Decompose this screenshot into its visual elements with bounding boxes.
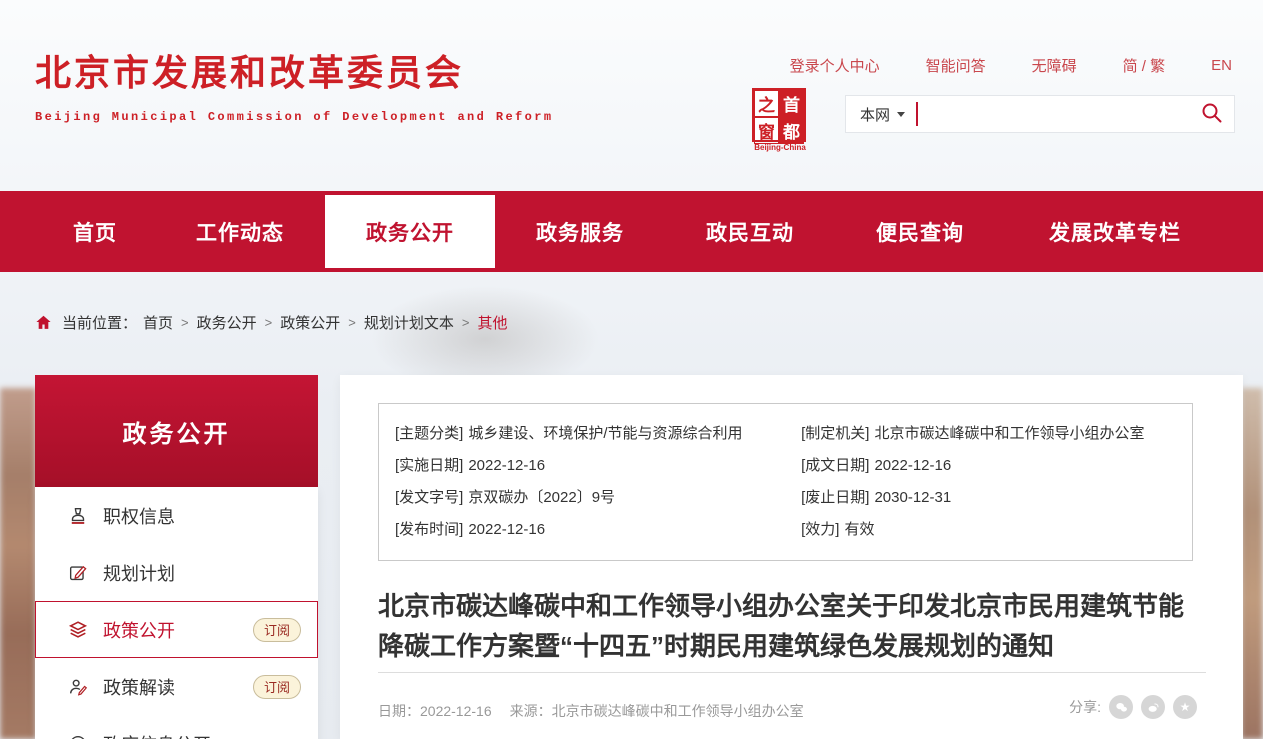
search-icon <box>1200 101 1224 128</box>
sidebar-item-label: 政府信息公开 <box>103 731 211 739</box>
compass-icon <box>66 733 90 739</box>
site-logo[interactable]: 北京市发展和改革委员会 Beijing Municipal Commission… <box>35 44 553 124</box>
favorite-share-icon[interactable]: ★ <box>1173 695 1197 719</box>
document-meta-box: [主题分类]城乡建设、环境保护/节能与资源综合利用 [制定机关]北京市碳达峰碳中… <box>378 403 1193 561</box>
meta-validity: [效力]有效 <box>801 514 1176 546</box>
search-button[interactable] <box>1194 96 1230 132</box>
weibo-share-icon[interactable] <box>1141 695 1165 719</box>
nav-item-special-column[interactable]: 发展改革专栏 <box>1015 191 1215 272</box>
link-login-personal-center[interactable]: 登录个人中心 <box>790 55 880 76</box>
nav-item-home[interactable]: 首页 <box>40 191 150 272</box>
breadcrumb-plan-texts[interactable]: 规划计划文本 <box>364 312 454 333</box>
share-bar: 分享: ★ <box>1069 695 1197 719</box>
breadcrumb-home[interactable]: 首页 <box>143 312 173 333</box>
search-scope-dropdown[interactable]: 本网 <box>860 104 905 125</box>
sidebar-item-label: 政策解读 <box>103 674 175 700</box>
sidebar-item-authority-info[interactable]: 职权信息 <box>35 487 318 544</box>
search-input[interactable] <box>918 96 1194 132</box>
breadcrumb: 当前位置： 首页 > 政务公开 > 政策公开 > 规划计划文本 > 其他 <box>35 312 507 333</box>
source-value: 北京市碳达峰碳中和工作领导小组办公室 <box>552 703 804 719</box>
nav-item-work-news[interactable]: 工作动态 <box>165 191 315 272</box>
seal-caption: Beijing-China <box>752 143 808 152</box>
edit-icon <box>66 562 90 584</box>
nav-item-query[interactable]: 便民查询 <box>845 191 995 272</box>
wechat-share-icon[interactable] <box>1109 695 1133 719</box>
divider <box>378 672 1206 673</box>
nav-item-gov-services[interactable]: 政务服务 <box>505 191 655 272</box>
link-simplified-traditional[interactable]: 简 / 繁 <box>1123 55 1166 76</box>
sidebar-title: 政务公开 <box>35 375 318 487</box>
meta-implementation-date: [实施日期]2022-12-16 <box>395 450 801 482</box>
seal-char: 之 <box>754 90 779 117</box>
page: 北京市发展和改革委员会 Beijing Municipal Commission… <box>0 0 1263 739</box>
date-label: 日期： <box>378 703 420 719</box>
breadcrumb-policy-open[interactable]: 政策公开 <box>280 312 340 333</box>
nav-item-gov-info-active[interactable]: 政务公开 <box>325 195 495 268</box>
sidebar-item-planning[interactable]: 规划计划 <box>35 544 318 601</box>
breadcrumb-separator: > <box>181 315 189 330</box>
chevron-down-icon <box>897 112 905 117</box>
sidebar-item-label: 职权信息 <box>103 503 175 529</box>
article-title: 北京市碳达峰碳中和工作领导小组办公室关于印发北京市民用建筑节能降碳工作方案暨“十… <box>378 586 1204 666</box>
home-icon[interactable] <box>35 314 52 331</box>
person-pen-icon <box>66 676 90 698</box>
meta-document-number: [发文字号]京双碳办〔2022〕9号 <box>395 482 801 514</box>
capital-window-seal-logo[interactable]: 之 首 窗 都 Beijing-China <box>752 88 808 152</box>
header-quick-links: 登录个人中心 智能问答 无障碍 简 / 繁 EN <box>744 55 1232 76</box>
seal-char: 窗 <box>754 117 779 144</box>
subscribe-badge[interactable]: 订阅 <box>253 675 301 699</box>
main-nav: 首页 工作动态 政务公开 政务服务 政民互动 便民查询 发展改革专栏 <box>0 191 1263 272</box>
article-date-source: 日期：2022-12-16 来源：北京市碳达峰碳中和工作领导小组办公室 <box>378 701 804 721</box>
sidebar-item-policy-interpretation[interactable]: 政策解读 订阅 <box>35 658 318 715</box>
breadcrumb-current-other[interactable]: 其他 <box>477 312 507 333</box>
meta-issuing-authority: [制定机关]北京市碳达峰碳中和工作领导小组办公室 <box>801 418 1176 450</box>
breadcrumb-prefix: 当前位置： <box>62 312 137 333</box>
link-accessibility[interactable]: 无障碍 <box>1032 55 1077 76</box>
breadcrumb-separator: > <box>265 315 273 330</box>
background-photo-left <box>0 388 36 739</box>
meta-publish-date: [发布时间]2022-12-16 <box>395 514 801 546</box>
date-value: 2022-12-16 <box>420 703 492 719</box>
search-bar: 本网 <box>845 95 1235 133</box>
search-scope-label: 本网 <box>860 104 890 125</box>
meta-abolition-date: [废止日期]2030-12-31 <box>801 482 1176 514</box>
sidebar-item-label: 政策公开 <box>103 617 175 643</box>
nav-item-interaction[interactable]: 政民互动 <box>675 191 825 272</box>
link-english[interactable]: EN <box>1211 57 1232 74</box>
sidebar-list: 职权信息 规划计划 政策公开 订阅 政策解读 订阅 <box>35 487 318 739</box>
link-smart-qa[interactable]: 智能问答 <box>926 55 986 76</box>
stamp-icon <box>66 505 90 527</box>
breadcrumb-separator: > <box>462 315 470 330</box>
breadcrumb-gov-info[interactable]: 政务公开 <box>197 312 257 333</box>
seal-char: 首 <box>779 90 804 117</box>
background-photo-right <box>1241 388 1263 739</box>
seal-char: 都 <box>779 117 804 144</box>
share-label: 分享: <box>1069 697 1101 717</box>
subscribe-badge[interactable]: 订阅 <box>253 618 301 642</box>
site-subtitle: Beijing Municipal Commission of Developm… <box>35 110 553 124</box>
sidebar-item-label: 规划计划 <box>103 560 175 586</box>
site-title: 北京市发展和改革委员会 <box>35 44 553 96</box>
source-label: 来源： <box>510 703 552 719</box>
layers-icon <box>66 619 90 641</box>
sidebar: 政务公开 职权信息 规划计划 政策公开 订阅 <box>35 375 318 739</box>
sidebar-item-gov-info-disclosure[interactable]: 政府信息公开 <box>35 715 318 739</box>
meta-topic-category: [主题分类]城乡建设、环境保护/节能与资源综合利用 <box>395 418 801 450</box>
breadcrumb-separator: > <box>348 315 356 330</box>
sidebar-item-policy-open[interactable]: 政策公开 订阅 <box>35 601 318 658</box>
article-panel: [主题分类]城乡建设、环境保护/节能与资源综合利用 [制定机关]北京市碳达峰碳中… <box>340 375 1243 739</box>
meta-written-date: [成文日期]2022-12-16 <box>801 450 1176 482</box>
seal-grid: 之 首 窗 都 <box>752 88 806 142</box>
